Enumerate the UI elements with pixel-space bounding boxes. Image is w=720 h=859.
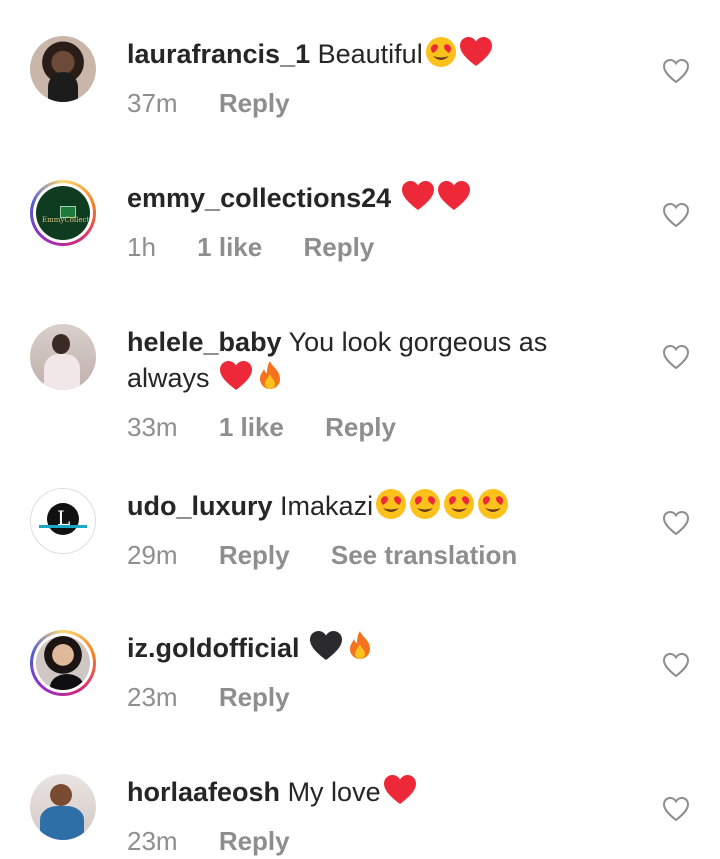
like-heart-icon[interactable] [662, 58, 690, 84]
like-heart-icon[interactable] [662, 652, 690, 678]
comment-time: 33m [127, 412, 178, 442]
reply-button[interactable]: Reply [325, 412, 396, 442]
black-heart-emoji [309, 630, 343, 671]
like-heart-icon[interactable] [662, 796, 690, 822]
reply-button[interactable]: Reply [219, 540, 290, 570]
avatar[interactable] [30, 630, 96, 696]
fire-emoji [345, 630, 375, 671]
heart-eyes-emoji [425, 36, 457, 77]
heart-eyes-emoji [375, 488, 407, 529]
comment-time: 23m [127, 682, 178, 712]
red-heart-emoji [219, 360, 253, 401]
avatar[interactable]: L [30, 488, 96, 554]
reply-button[interactable]: Reply [219, 682, 290, 712]
like-heart-icon[interactable] [662, 202, 690, 228]
avatar[interactable] [30, 324, 96, 390]
comment-text: Imakazi [280, 491, 374, 521]
likes-count[interactable]: 1 like [197, 232, 262, 262]
red-heart-emoji [383, 774, 417, 815]
comment-username[interactable]: helele_baby [127, 327, 282, 357]
comment-username[interactable]: horlaafeosh [127, 777, 280, 807]
red-heart-emoji [437, 180, 471, 221]
comment-text: My love [287, 777, 381, 807]
red-heart-emoji [459, 36, 493, 77]
comment-username[interactable]: emmy_collections24 [127, 183, 391, 213]
avatar[interactable]: EmmyCollection [30, 180, 96, 246]
comment-time: 37m [127, 88, 178, 118]
red-heart-emoji [401, 180, 435, 221]
like-heart-icon[interactable] [662, 344, 690, 370]
avatar-logo-text: EmmyCollection [42, 216, 90, 224]
heart-eyes-emoji [477, 488, 509, 529]
heart-eyes-emoji [443, 488, 475, 529]
avatar[interactable] [30, 774, 96, 840]
reply-button[interactable]: Reply [219, 826, 290, 856]
see-translation-button[interactable]: See translation [331, 540, 517, 570]
reply-button[interactable]: Reply [219, 88, 290, 118]
comment-time: 1h [127, 232, 156, 262]
heart-eyes-emoji [409, 488, 441, 529]
likes-count[interactable]: 1 like [219, 412, 284, 442]
like-heart-icon[interactable] [662, 510, 690, 536]
comment-text: Beautiful [317, 39, 423, 69]
fire-emoji [255, 360, 285, 401]
reply-button[interactable]: Reply [303, 232, 374, 262]
avatar[interactable] [30, 36, 96, 102]
comment-username[interactable]: udo_luxury [127, 491, 273, 521]
comment-username[interactable]: iz.goldofficial [127, 633, 300, 663]
comment-time: 29m [127, 540, 178, 570]
comment-time: 23m [127, 826, 178, 856]
comment-username[interactable]: laurafrancis_1 [127, 39, 310, 69]
